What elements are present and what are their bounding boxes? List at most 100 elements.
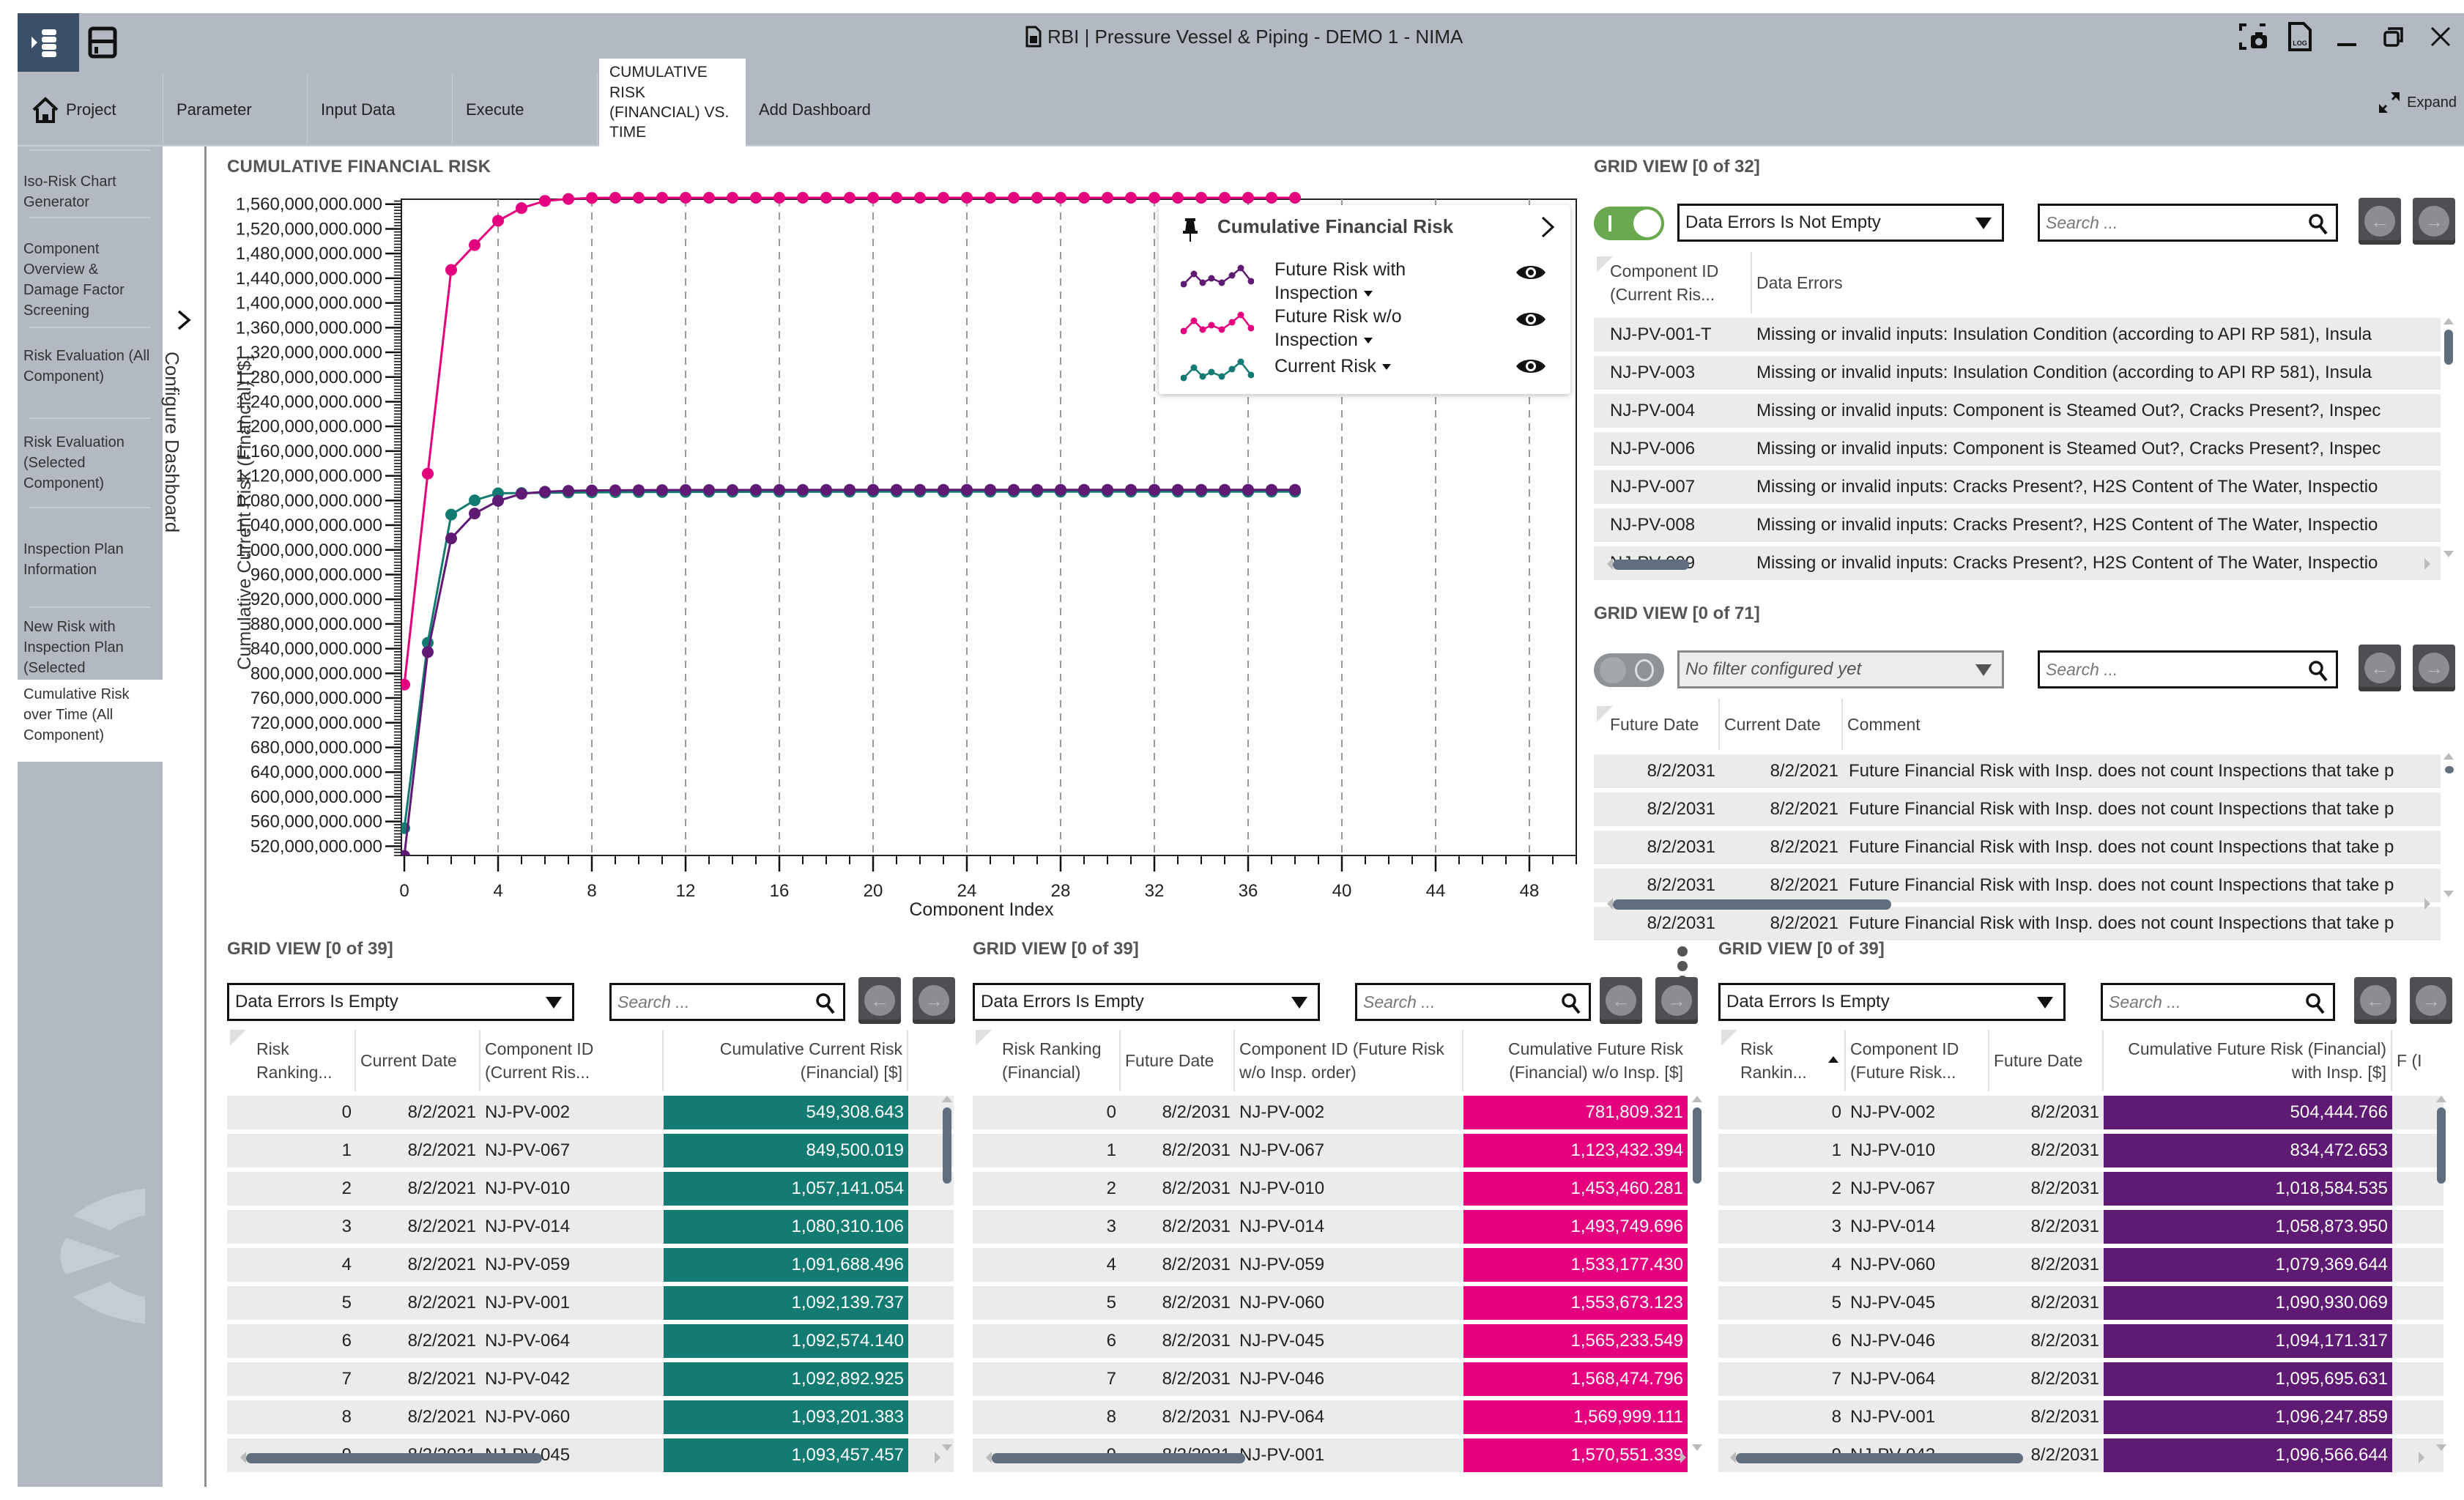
data-point[interactable] — [1242, 192, 1254, 204]
expand-button[interactable]: Expand — [2376, 89, 2457, 116]
data-point[interactable] — [1008, 192, 1020, 204]
scroll-down-arrow[interactable] — [2436, 1444, 2446, 1451]
data-point[interactable] — [1289, 483, 1301, 496]
table-row[interactable]: 2 NJ-PV-067 8/2/2031 1,018,584.535 — [1718, 1172, 2443, 1206]
data-point[interactable] — [891, 192, 902, 204]
search-input[interactable]: Search ... — [2101, 983, 2335, 1021]
filter-dropdown[interactable]: No filter configured yet — [1677, 650, 2004, 688]
data-point[interactable] — [1266, 483, 1277, 496]
next-button[interactable]: → — [2410, 977, 2452, 1024]
data-point[interactable] — [1195, 483, 1207, 496]
table-row[interactable]: 0 NJ-PV-002 8/2/2031 504,444.766 — [1718, 1096, 2443, 1129]
table-row[interactable]: 7 8/2/2021 NJ-PV-042 1,092,892.925 — [227, 1362, 954, 1396]
data-point[interactable] — [445, 532, 457, 545]
eye-icon[interactable] — [1515, 262, 1547, 283]
filter-dropdown[interactable]: Data Errors Is Empty — [973, 983, 1320, 1021]
data-point[interactable] — [773, 483, 785, 496]
table-row[interactable]: 3 NJ-PV-014 8/2/2031 1,058,873.950 — [1718, 1210, 2443, 1244]
filter-dropdown[interactable]: Data Errors Is Empty — [1718, 983, 2066, 1021]
table-row[interactable]: 0 8/2/2031 NJ-PV-002 781,809.321 — [973, 1096, 1688, 1129]
data-point[interactable] — [727, 484, 738, 496]
table-row[interactable]: NJ-PV-006 Missing or invalid inputs: Comp… — [1594, 432, 2441, 466]
scroll-right-arrow[interactable] — [2424, 558, 2430, 570]
data-point[interactable] — [609, 192, 621, 204]
data-point[interactable] — [961, 192, 973, 204]
log-button[interactable]: LOG — [2276, 18, 2323, 56]
data-point[interactable] — [820, 483, 832, 496]
table-row[interactable]: 2 8/2/2021 NJ-PV-010 1,057,141.054 — [227, 1172, 954, 1206]
menu-button[interactable] — [18, 13, 79, 72]
filter-toggle[interactable] — [1594, 207, 1664, 240]
data-point[interactable] — [844, 192, 856, 204]
chevron-right-icon[interactable] — [176, 309, 193, 331]
scroll-up-arrow[interactable] — [942, 1096, 952, 1102]
tab-parameter[interactable]: Parameter — [163, 73, 308, 146]
data-point[interactable] — [680, 192, 691, 204]
filter-dropdown[interactable]: Data Errors Is Empty — [227, 983, 574, 1021]
data-point[interactable] — [492, 494, 504, 507]
data-point[interactable] — [586, 192, 598, 204]
column-header[interactable]: Cumulative Current Risk (Financial) [$] — [664, 1030, 908, 1091]
scroll-up-arrow[interactable] — [2443, 318, 2454, 324]
horizontal-scrollbar[interactable] — [1613, 560, 1689, 570]
filter-toggle[interactable] — [1594, 653, 1664, 687]
configure-dashboard-strip[interactable]: Configure Dashboard — [161, 146, 207, 1487]
scroll-left-arrow[interactable] — [1607, 558, 1613, 570]
scroll-right-arrow[interactable] — [935, 1452, 940, 1463]
chevron-right-icon[interactable] — [1540, 215, 1556, 239]
table-row[interactable]: 5 8/2/2031 NJ-PV-060 1,553,673.123 — [973, 1286, 1688, 1320]
table-row[interactable]: 6 8/2/2031 NJ-PV-045 1,565,233.549 — [973, 1324, 1688, 1358]
tab-execute[interactable]: Execute — [453, 73, 598, 146]
previous-button[interactable]: ← — [858, 977, 901, 1024]
filter-dropdown[interactable]: Data Errors Is Not Empty — [1677, 204, 2004, 242]
table-row[interactable]: NJ-PV-008 Missing or invalid inputs: Crac… — [1594, 508, 2441, 542]
search-input[interactable]: Search ... — [609, 983, 845, 1021]
previous-button[interactable]: ← — [2354, 977, 2397, 1024]
scroll-up-arrow[interactable] — [1692, 1096, 1702, 1102]
next-button[interactable]: → — [2413, 645, 2455, 691]
column-header[interactable]: Cumulative Future Risk (Financial) w/o I… — [1463, 1030, 1688, 1091]
data-point[interactable] — [703, 192, 715, 204]
data-point[interactable] — [1031, 483, 1043, 496]
vertical-scrollbar[interactable] — [2445, 766, 2454, 773]
data-point[interactable] — [1195, 192, 1207, 204]
table-row[interactable]: 8/2/2031 8/2/2021 Future Financial Risk wi… — [1594, 831, 2441, 864]
data-point[interactable] — [984, 483, 996, 496]
table-row[interactable]: 4 8/2/2031 NJ-PV-059 1,533,177.430 — [973, 1248, 1688, 1282]
data-point[interactable] — [844, 483, 856, 496]
tab-cumulative-risk[interactable]: CUMULATIVE RISK (FINANCIAL) VS. TIME — [599, 59, 746, 146]
column-header[interactable]: F (I — [2392, 1030, 2443, 1091]
screenshot-button[interactable] — [2230, 18, 2276, 56]
data-point[interactable] — [422, 467, 434, 480]
table-row[interactable]: 3 8/2/2021 NJ-PV-014 1,080,310.106 — [227, 1210, 954, 1244]
scroll-down-arrow[interactable] — [942, 1444, 952, 1451]
data-point[interactable] — [516, 488, 527, 500]
table-row[interactable]: NJ-PV-009Missing or invalid inputs: Crac… — [1594, 546, 2441, 580]
data-point[interactable] — [1172, 483, 1184, 496]
legend-item-future-with-inspection[interactable]: Future Risk with Inspection — [1181, 258, 1554, 303]
data-point[interactable] — [703, 484, 715, 496]
data-point[interactable] — [1078, 483, 1090, 496]
table-row[interactable]: 1 8/2/2021 NJ-PV-067 849,500.019 — [227, 1134, 954, 1167]
scroll-down-arrow[interactable] — [2443, 891, 2454, 897]
data-point[interactable] — [1102, 483, 1113, 496]
table-row[interactable]: 4 8/2/2021 NJ-PV-059 1,091,688.496 — [227, 1248, 954, 1282]
table-row[interactable]: 8/2/2031 8/2/2021 Future Financial Risk wi… — [1594, 754, 2441, 788]
restore-button[interactable] — [2370, 18, 2417, 56]
vertical-scrollbar[interactable] — [2444, 330, 2453, 365]
save-button[interactable] — [82, 19, 123, 66]
table-row[interactable]: 7 NJ-PV-064 8/2/2031 1,095,695.631 — [1718, 1362, 2443, 1396]
data-point[interactable] — [516, 202, 527, 215]
data-point[interactable] — [961, 483, 973, 496]
next-button[interactable]: → — [913, 977, 955, 1024]
table-row[interactable]: 1 NJ-PV-010 8/2/2031 834,472.653 — [1718, 1134, 2443, 1167]
table-row[interactable]: NJ-PV-004 Missing or invalid inputs: Comp… — [1594, 394, 2441, 428]
data-point[interactable] — [1055, 192, 1066, 204]
table-row[interactable]: 5 NJ-PV-045 8/2/2031 1,090,930.069 — [1718, 1286, 2443, 1320]
data-point[interactable] — [1266, 192, 1277, 204]
data-point[interactable] — [656, 192, 668, 204]
tab-project[interactable]: Project — [18, 73, 163, 146]
data-point[interactable] — [1125, 192, 1137, 204]
table-row[interactable]: 8 8/2/2021 NJ-PV-060 1,093,201.383 — [227, 1400, 954, 1434]
sidebar-item-inspection-plan[interactable]: Inspection Plan Information — [18, 517, 163, 584]
